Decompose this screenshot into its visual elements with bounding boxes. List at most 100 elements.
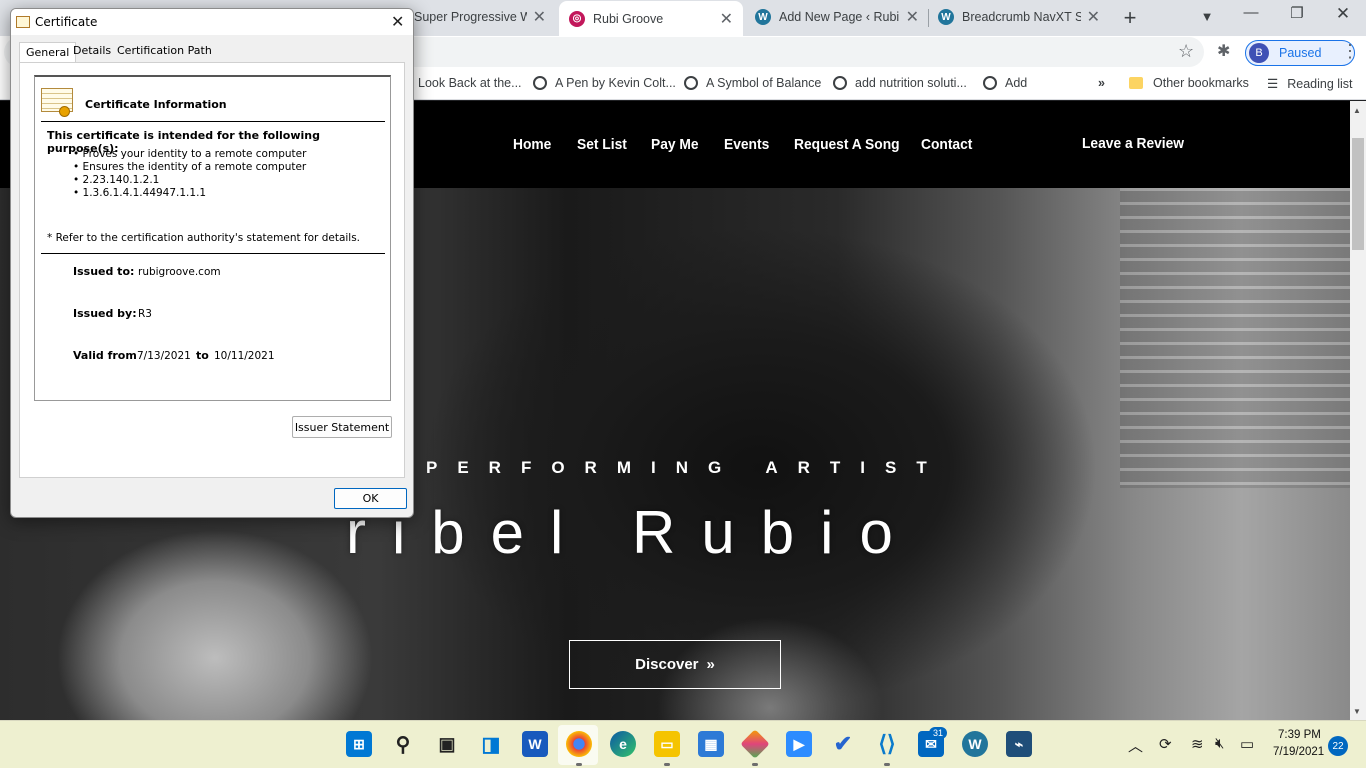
chevron-up-icon[interactable]: ︿ [1128,735,1143,756]
leave-review-link[interactable]: Leave a Review [1082,135,1184,152]
bookmark-item[interactable]: A Pen by Kevin Colt... [533,76,676,90]
zoom-icon[interactable]: ▶ [786,731,812,757]
issuer-statement-button[interactable]: Issuer Statement [292,416,392,438]
nav-home[interactable]: Home [513,136,551,153]
certificate-icon [16,16,30,28]
volume-muted-icon[interactable]: 🔇︎ [1215,735,1224,752]
notification-badge[interactable]: 22 [1328,736,1348,756]
bookmark-item[interactable]: Look Back at the... [418,76,522,90]
dialog-close-icon[interactable]: ✕ [391,12,404,31]
clock-time[interactable]: 7:39 PM [1278,729,1321,741]
mail-badge: 31 [929,727,948,739]
wifi-icon[interactable]: ≋ [1191,735,1204,753]
tab-details[interactable]: Details [73,44,111,57]
valid-from-value: 7/13/2021 [137,350,191,362]
dialog-title: Certificate [35,15,98,29]
store-icon[interactable]: ▦ [698,731,724,757]
windows-taskbar: ⊞ ⚲ ▣ ◨ W e ▭ ▦ ▶ ✔ ⟨⟩ ✉ 31 W ⌁ ︿ ⟳ ≋ 🔇︎… [0,720,1366,768]
dialog-titlebar: Certificate ✕ [11,9,413,35]
issued-to-label: Issued to: [73,265,135,278]
wordpress-icon[interactable]: W [962,731,988,757]
extensions-puzzle-icon[interactable]: ✱ [1217,41,1230,61]
certificate-info-heading: Certificate Information [85,98,227,111]
certificate-dialog: Certificate ✕ General Details Certificat… [10,8,414,518]
tab-rubi-groove[interactable]: ◎ Rubi Groove ✕ [559,1,743,36]
other-bookmarks-label: Other bookmarks [1153,76,1249,90]
divider [41,253,385,254]
clock-date[interactable]: 7/19/2021 [1273,746,1324,758]
valid-from-label: Valid from [73,349,137,362]
bookmark-item[interactable]: A Symbol of Balance [684,76,821,90]
bookmark-item[interactable]: add nutrition soluti... [833,76,967,90]
certificate-info-box: Certificate Information This certificate… [34,75,391,401]
close-icon[interactable]: ✕ [1087,7,1100,27]
footnote: * Refer to the certification authority's… [47,232,361,244]
bookmark-star-icon[interactable]: ☆ [1178,41,1194,62]
sync-icon[interactable]: ⟳ [1159,735,1172,753]
reading-list-icon: ☰ [1267,77,1279,91]
close-icon[interactable]: ✕ [533,7,546,27]
discover-button[interactable]: Discover » [569,640,781,689]
profile-status: Paused [1279,46,1322,60]
restore-icon[interactable]: ❐ [1282,4,1312,22]
vscode-icon[interactable]: ⟨⟩ [874,731,900,757]
reading-list-label: Reading list [1287,76,1353,91]
file-explorer-icon[interactable]: ▭ [654,731,680,757]
sql-server-icon[interactable]: ⌁ [1006,731,1032,757]
profile-button[interactable]: B Paused [1245,40,1355,66]
tab-add-new-page[interactable]: W Add New Page ‹ Rubi ✕ [745,0,929,34]
ok-button[interactable]: OK [334,488,407,509]
purpose-item: • 2.23.140.1.2.1 [73,174,160,186]
wordpress-favicon-icon: W [938,9,954,25]
bookmark-label: A Symbol of Balance [706,76,822,90]
search-icon[interactable]: ⚲ [390,731,416,757]
new-tab-plus-icon[interactable]: + [1119,5,1141,31]
close-icon[interactable]: ✕ [720,9,733,29]
folder-icon [1129,77,1143,89]
battery-icon[interactable]: ▭ [1240,735,1254,753]
nav-pay-me[interactable]: Pay Me [651,136,699,153]
chrome-icon[interactable] [566,731,592,757]
widgets-icon[interactable]: ◨ [478,731,504,757]
edge-icon[interactable]: e [610,731,636,757]
word-icon[interactable]: W [522,731,548,757]
running-indicator [576,763,582,766]
nav-set-list[interactable]: Set List [577,136,627,153]
minimize-icon[interactable]: — [1236,4,1266,21]
task-view-icon[interactable]: ▣ [434,731,460,757]
window-close-icon[interactable]: ✕ [1328,4,1358,24]
close-icon[interactable]: ✕ [906,7,919,27]
tab-breadcrumb-navxt[interactable]: W Breadcrumb NavXT Se ✕ [928,0,1110,34]
scroll-down-arrow-icon[interactable]: ▼ [1353,707,1361,716]
tab-label: Rubi Groove [593,11,664,26]
kebab-menu-icon[interactable]: ⋮ [1341,41,1359,62]
todo-check-icon[interactable]: ✔ [830,731,856,757]
window-blinds-background [1120,188,1350,488]
issued-by-label: Issued by: [73,307,137,320]
tab-search-icon[interactable]: ▼ [1192,9,1222,24]
bookmark-label: A Pen by Kevin Colt... [555,76,676,90]
running-indicator [664,763,670,766]
globe-icon [983,76,997,90]
bookmark-item[interactable]: Add [983,76,1027,90]
nav-request-a-song[interactable]: Request A Song [794,136,900,153]
wordpress-favicon-icon: W [755,9,771,25]
tab-super-progressive[interactable]: Super Progressive Wel ✕ [404,0,556,34]
nav-contact[interactable]: Contact [921,136,972,153]
issued-to-value: rubigroove.com [138,266,221,278]
other-bookmarks-folder[interactable]: Other bookmarks [1129,76,1249,90]
double-chevron-right-icon: » [706,656,715,673]
issued-by-value: R3 [138,308,152,320]
nav-events[interactable]: Events [724,136,769,153]
valid-to-value: 10/11/2021 [214,350,275,362]
bookmarks-overflow-icon[interactable]: » [1098,76,1105,90]
reading-list-button[interactable]: ☰ Reading list [1267,76,1353,92]
bookmark-label: add nutrition soluti... [855,76,967,90]
paint-app-icon[interactable] [740,729,770,759]
tab-general[interactable]: General [19,42,77,63]
scroll-up-arrow-icon[interactable]: ▲ [1353,106,1361,115]
tab-certification-path[interactable]: Certification Path [117,44,212,57]
running-indicator [752,763,758,766]
scrollbar-thumb[interactable] [1352,138,1364,250]
windows-start-icon[interactable]: ⊞ [346,731,372,757]
